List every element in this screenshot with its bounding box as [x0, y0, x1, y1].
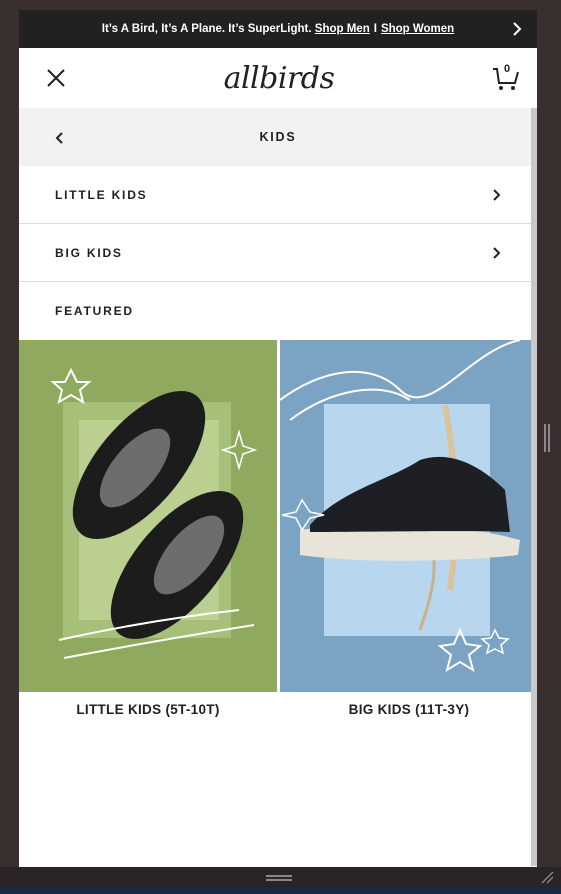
mobile-viewport: It’s A Bird, It’s A Plane. It’s SuperLig…: [19, 10, 537, 867]
menu-item-label: BIG KIDS: [55, 245, 123, 260]
big-kids-image[interactable]: [280, 340, 537, 692]
cart-button[interactable]: 0: [491, 63, 521, 93]
taskbar-strip: [0, 888, 561, 894]
window-frame: It’s A Bird, It’s A Plane. It’s SuperLig…: [0, 0, 561, 894]
close-icon[interactable]: [45, 67, 67, 89]
promo-text: It’s A Bird, It’s A Plane. It’s SuperLig…: [101, 23, 312, 35]
promo-banner: It’s A Bird, It’s A Plane. It’s SuperLig…: [19, 10, 537, 48]
big-kids-illustration: [280, 340, 521, 673]
subnav-title: KIDS: [259, 130, 297, 144]
chevron-right-icon: [493, 246, 501, 259]
menu-item-little-kids[interactable]: LITTLE KIDS: [19, 166, 537, 224]
chevron-right-icon[interactable]: [509, 21, 525, 37]
menu-item-big-kids[interactable]: BIG KIDS: [19, 224, 537, 282]
chevron-left-icon[interactable]: [53, 131, 67, 145]
menu-item-label: LITTLE KIDS: [55, 187, 148, 202]
resize-corner-icon[interactable]: [540, 870, 554, 884]
featured-card-little-kids[interactable]: LITTLE KIDS (5T-10T): [19, 340, 277, 717]
card-label[interactable]: BIG KIDS (11T-3Y): [280, 702, 537, 717]
little-kids-image[interactable]: [19, 340, 277, 692]
featured-heading: FEATURED: [19, 282, 537, 340]
scrollbar[interactable]: [531, 108, 537, 866]
cart-count: 0: [503, 63, 511, 75]
chevron-right-icon: [493, 188, 501, 201]
little-kids-illustration: [50, 367, 258, 659]
site-header: allbirds 0: [19, 48, 537, 108]
allbirds-logo[interactable]: allbirds: [224, 61, 335, 96]
resize-grip-icon[interactable]: [266, 874, 292, 882]
shop-men-link[interactable]: Shop Men: [315, 23, 370, 35]
subnav-header: KIDS: [19, 108, 537, 166]
featured-label: FEATURED: [55, 304, 134, 318]
featured-card-big-kids[interactable]: BIG KIDS (11T-3Y): [280, 340, 537, 717]
resize-grip-icon[interactable]: [543, 424, 551, 452]
shop-women-link[interactable]: Shop Women: [381, 23, 454, 35]
card-label[interactable]: LITTLE KIDS (5T-10T): [19, 702, 277, 717]
featured-cards: LITTLE KIDS (5T-10T) BIG KIDS (11T-3Y): [19, 340, 537, 717]
promo-separator: I: [373, 23, 377, 35]
